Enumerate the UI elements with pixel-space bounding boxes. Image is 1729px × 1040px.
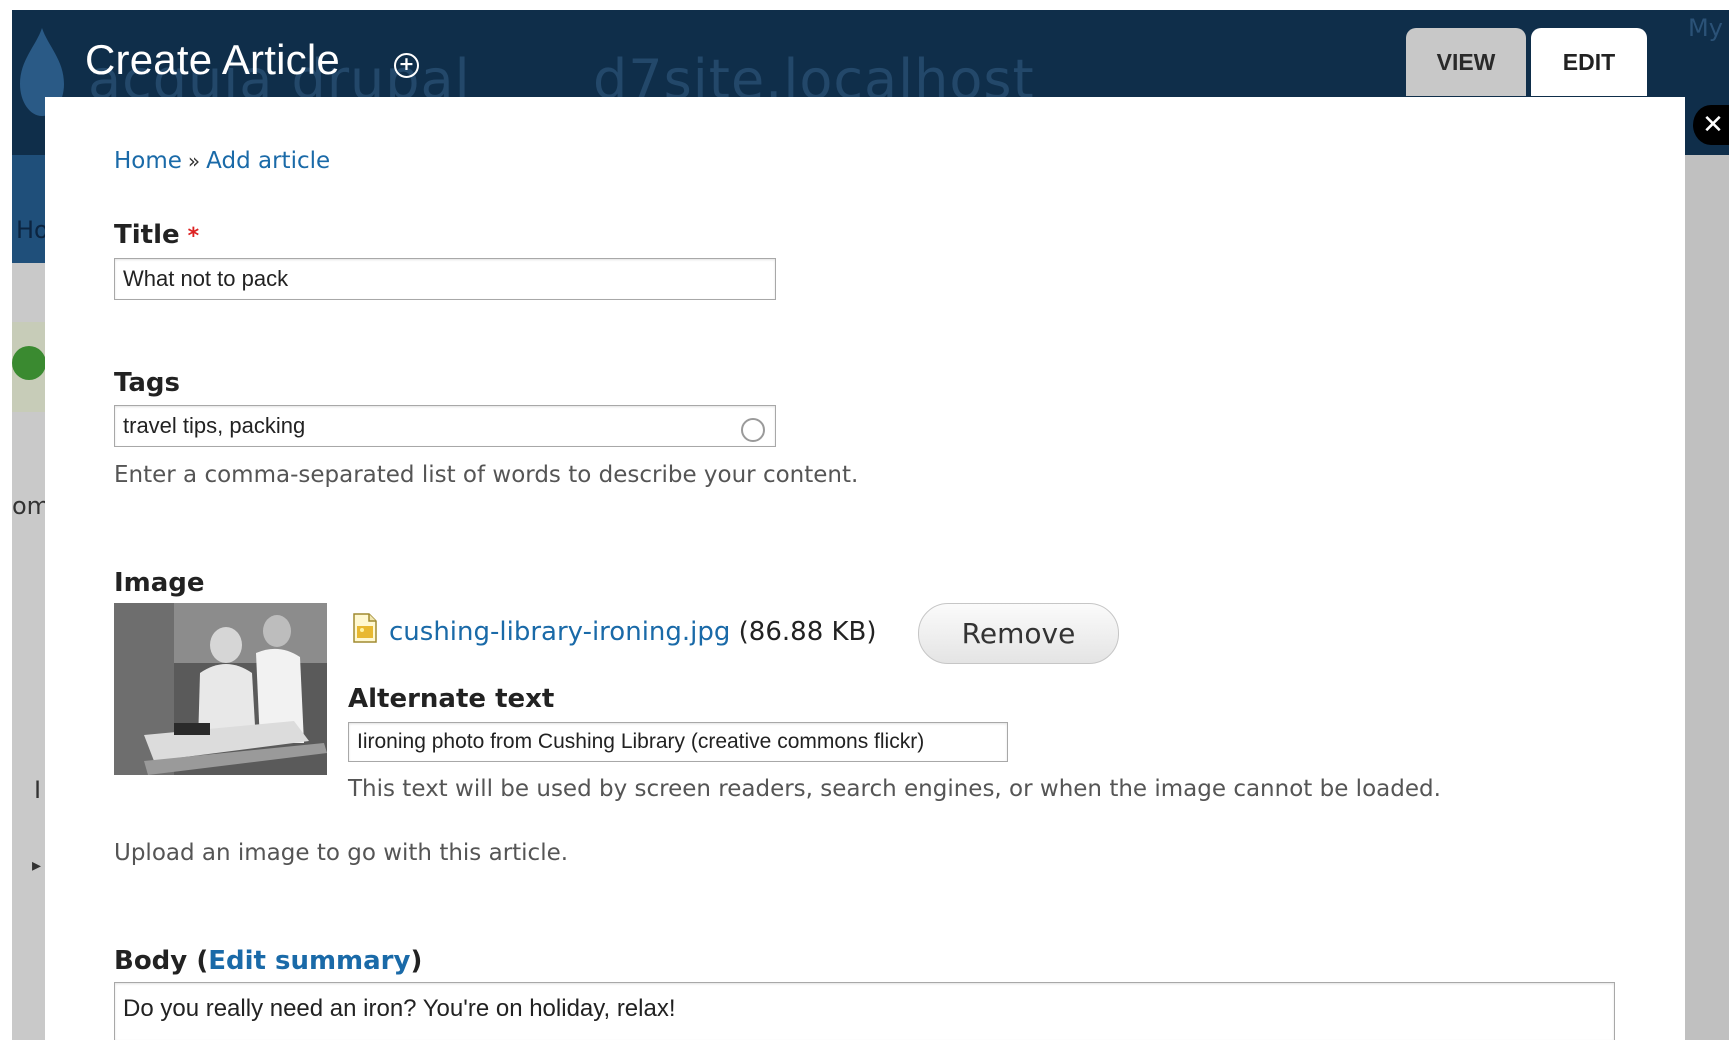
- image-description: Upload an image to go with this article.: [114, 840, 569, 866]
- close-icon: ✕: [1702, 110, 1724, 140]
- tags-label: Tags: [114, 368, 181, 398]
- tags-input[interactable]: travel tips, packing: [114, 405, 776, 447]
- title-label-text: Title: [114, 220, 180, 250]
- title-input[interactable]: What not to pack: [114, 258, 776, 300]
- tab-edit[interactable]: EDIT: [1531, 28, 1647, 96]
- alt-text-input[interactable]: Iironing photo from Cushing Library (cre…: [348, 722, 1008, 762]
- tab-view[interactable]: VIEW: [1406, 28, 1526, 96]
- tags-description: Enter a comma-separated list of words to…: [114, 462, 859, 488]
- edit-summary-link[interactable]: Edit summary: [208, 946, 410, 976]
- background-side-fragment-3: ▸: [32, 855, 42, 876]
- title-label: Title *: [114, 220, 199, 250]
- body-label-paren-open: (: [196, 946, 209, 976]
- body-label: Body (Edit summary): [114, 946, 422, 976]
- breadcrumb-separator: »: [187, 149, 201, 173]
- background-my-account-link: My: [1688, 14, 1723, 42]
- body-label-text: Body: [114, 946, 188, 976]
- body-textarea[interactable]: Do you really need an iron? You're on ho…: [114, 982, 1615, 1040]
- background-side-fragment-2: I: [34, 776, 42, 804]
- close-overlay-button[interactable]: ✕: [1693, 105, 1729, 145]
- uploaded-file-info: cushing-library-ironing.jpg (86.88 KB): [389, 617, 877, 647]
- required-marker: *: [187, 224, 200, 249]
- background-check-icon: [12, 346, 46, 380]
- breadcrumb: Home» Add article: [114, 148, 330, 174]
- breadcrumb-home-link[interactable]: Home: [114, 148, 182, 174]
- alt-text-label: Alternate text: [348, 684, 555, 714]
- breadcrumb-add-article-link[interactable]: Add article: [206, 148, 330, 174]
- overlay-title: Create Article: [85, 36, 340, 83]
- background-right-strip: [1685, 155, 1729, 1040]
- image-file-icon: [353, 613, 377, 643]
- autocomplete-throbber-icon: [741, 418, 765, 442]
- image-label: Image: [114, 568, 205, 598]
- uploaded-file-size: (86.88 KB): [738, 617, 877, 647]
- body-label-paren-close: ): [410, 946, 423, 976]
- add-shortcut-icon[interactable]: +: [394, 53, 419, 78]
- image-thumbnail: [114, 603, 327, 775]
- overlay-panel: [45, 97, 1685, 1040]
- background-nav-fragment: Ho: [16, 216, 49, 244]
- uploaded-file-link[interactable]: cushing-library-ironing.jpg: [389, 617, 730, 647]
- remove-image-button[interactable]: Remove: [918, 603, 1119, 664]
- alt-text-description: This text will be used by screen readers…: [348, 776, 1441, 802]
- ironing-photo-image: [114, 603, 327, 775]
